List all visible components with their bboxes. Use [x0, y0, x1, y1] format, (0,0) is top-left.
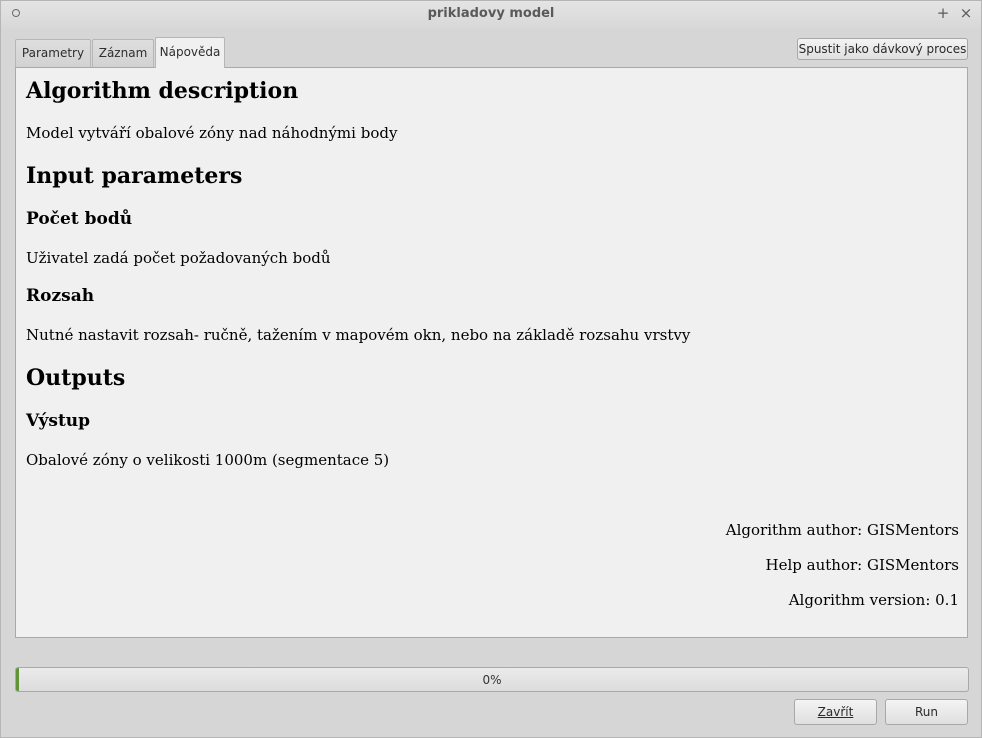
- algorithm-description-heading: Algorithm description: [26, 78, 299, 104]
- algorithm-author: Algorithm author: GISMentors: [725, 521, 959, 539]
- tab-zaznam[interactable]: Záznam: [92, 39, 154, 67]
- tab-napoveda[interactable]: Nápověda: [155, 37, 225, 68]
- close-icon[interactable]: ×: [958, 5, 974, 21]
- batch-process-button[interactable]: Spustit jako dávkový proces: [797, 38, 968, 60]
- dialog-window: prikladovy model + × Parametry Záznam Ná…: [0, 0, 982, 738]
- algorithm-description-text: Model vytváří obalové zóny nad náhodnými…: [26, 124, 398, 142]
- output-vystup-name: Výstup: [26, 411, 91, 431]
- input-parameters-heading: Input parameters: [26, 163, 243, 189]
- title-bar: prikladovy model + ×: [1, 1, 981, 28]
- param-pocet-bodu-text: Uživatel zadá počet požadovaných bodů: [26, 249, 331, 267]
- tab-parametry[interactable]: Parametry: [15, 39, 91, 67]
- param-rozsah-name: Rozsah: [26, 286, 95, 306]
- algorithm-version: Algorithm version: 0.1: [788, 591, 959, 609]
- maximize-icon[interactable]: +: [935, 5, 951, 21]
- param-rozsah-text: Nutné nastavit rozsah- ručně, tažením v …: [26, 326, 691, 344]
- output-vystup-text: Obalové zóny o velikosti 1000m (segmenta…: [26, 451, 390, 469]
- param-pocet-bodu-name: Počet bodů: [26, 209, 133, 229]
- help-panel: Algorithm description Model vytváří obal…: [15, 67, 968, 638]
- progress-bar: 0%: [15, 667, 969, 692]
- progress-label: 0%: [482, 673, 502, 687]
- outputs-heading: Outputs: [26, 365, 126, 391]
- help-author: Help author: GISMentors: [765, 556, 959, 574]
- window-title: prikladovy model: [427, 6, 555, 21]
- run-button[interactable]: Run: [885, 699, 968, 725]
- close-button-label: Zavřít: [817, 705, 854, 719]
- close-button[interactable]: Zavřít: [794, 699, 877, 725]
